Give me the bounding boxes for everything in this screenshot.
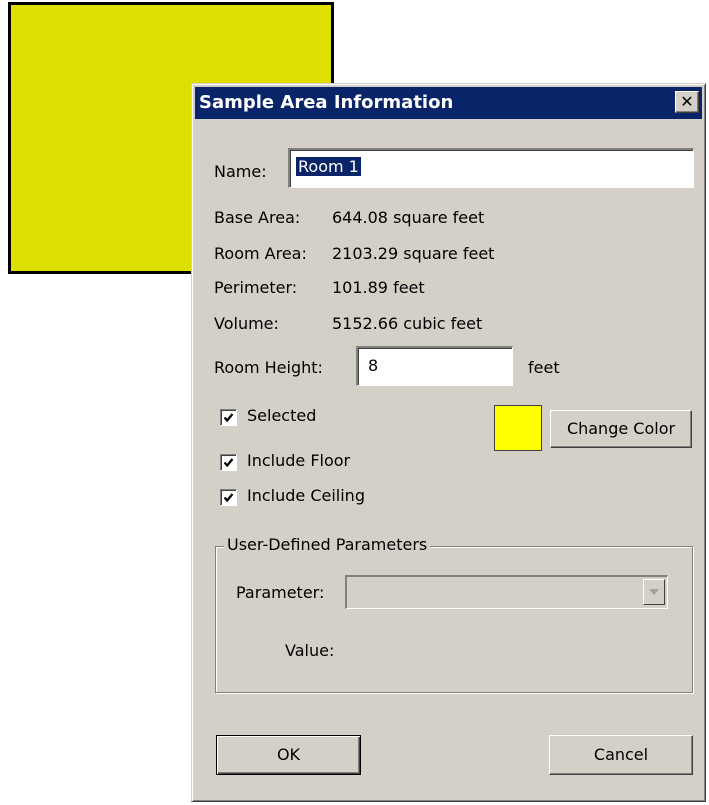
name-input[interactable]: Room 1: [288, 148, 694, 188]
room-height-unit: feet: [528, 358, 560, 377]
dropdown-arrow-button[interactable]: [643, 579, 665, 605]
room-area-label: Room Area:: [214, 244, 307, 263]
checkmark-icon: [223, 413, 234, 423]
drawing-canvas: Sample Area Information ✕ Name: Room 1 B…: [0, 0, 709, 805]
checkmark-icon: [223, 493, 234, 503]
color-swatch: [494, 405, 542, 451]
selected-checkbox[interactable]: [220, 409, 237, 426]
room-height-value: 8: [368, 356, 379, 375]
base-area-value: 644.08 square feet: [332, 208, 485, 227]
close-button[interactable]: ✕: [675, 91, 699, 113]
include-ceiling-checkbox[interactable]: [220, 489, 237, 506]
parameter-label: Parameter:: [236, 583, 325, 602]
parameter-dropdown[interactable]: [345, 575, 668, 609]
chevron-down-icon: [649, 589, 659, 595]
perimeter-label: Perimeter:: [214, 278, 298, 297]
value-label: Value:: [285, 641, 335, 660]
base-area-label: Base Area:: [214, 208, 301, 227]
sample-area-dialog: Sample Area Information ✕ Name: Room 1 B…: [191, 83, 706, 802]
room-height-input[interactable]: 8: [356, 346, 513, 386]
room-area-value: 2103.29 square feet: [332, 244, 495, 263]
name-input-value: Room 1: [296, 157, 361, 176]
dialog-title: Sample Area Information: [199, 92, 454, 113]
change-color-button[interactable]: Change Color: [550, 410, 692, 448]
include-floor-checkbox[interactable]: [220, 454, 237, 471]
dialog-titlebar[interactable]: Sample Area Information ✕: [195, 87, 702, 119]
cancel-button[interactable]: Cancel: [549, 735, 693, 775]
close-icon: ✕: [680, 92, 694, 111]
volume-value: 5152.66 cubic feet: [332, 314, 483, 333]
selected-label: Selected: [247, 406, 317, 425]
volume-label: Volume:: [214, 314, 279, 333]
checkmark-icon: [223, 458, 234, 468]
user-defined-parameters-group: User-Defined Parameters Parameter: Value…: [215, 535, 693, 693]
include-floor-label: Include Floor: [247, 451, 351, 470]
include-ceiling-label: Include Ceiling: [247, 486, 365, 505]
group-title: User-Defined Parameters: [224, 535, 431, 555]
name-label: Name:: [214, 162, 267, 181]
ok-button[interactable]: OK: [216, 735, 361, 775]
room-height-label: Room Height:: [214, 358, 323, 377]
perimeter-value: 101.89 feet: [332, 278, 425, 297]
